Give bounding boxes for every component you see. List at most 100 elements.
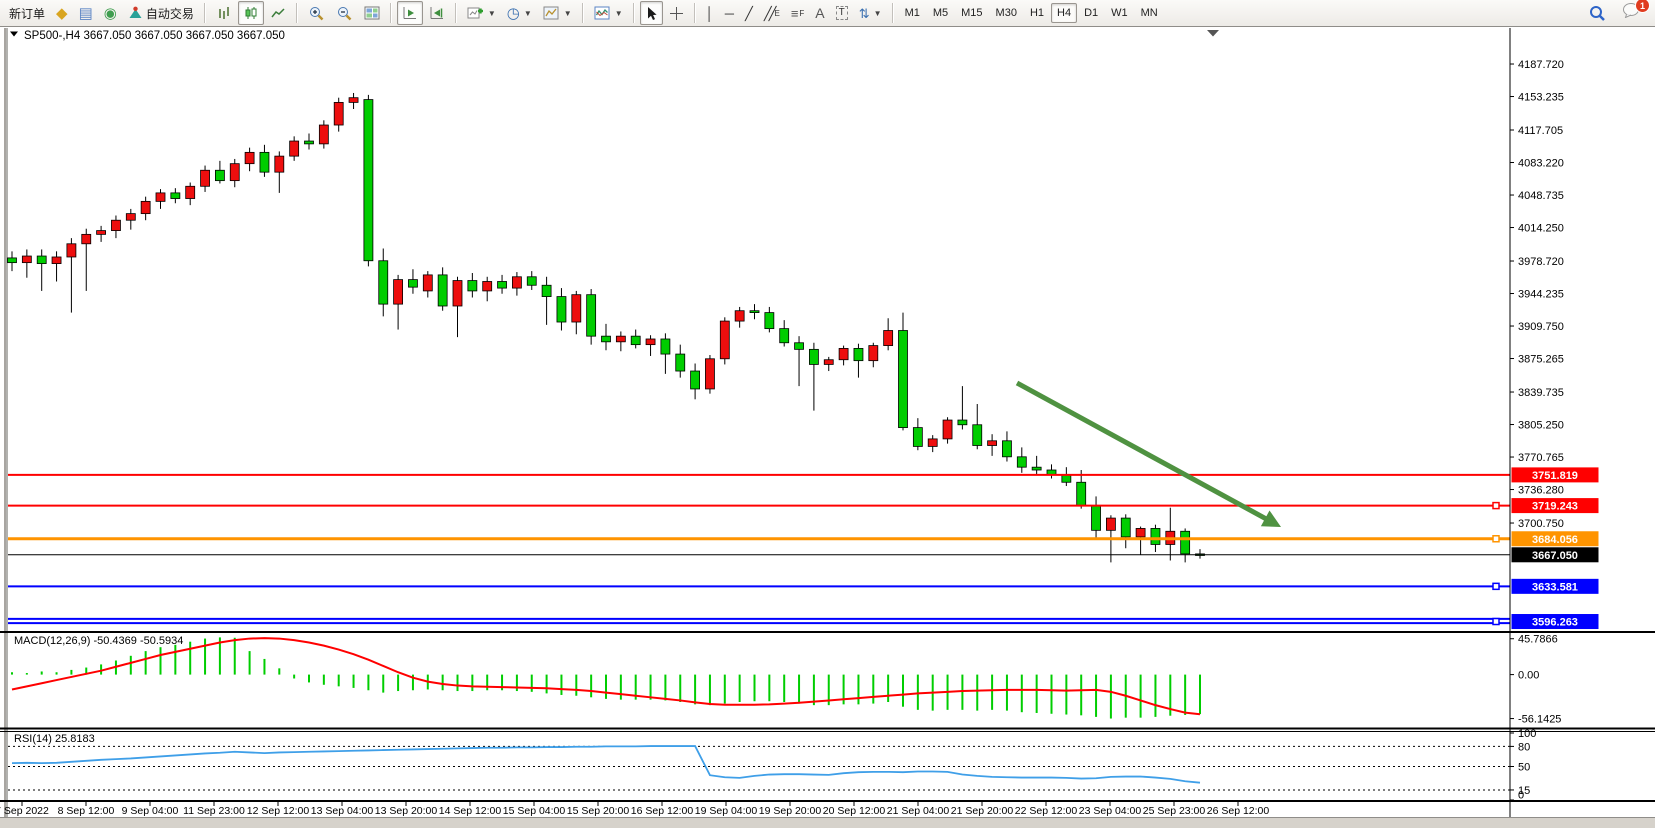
- text-label-button[interactable]: T: [831, 1, 853, 25]
- chart-window-button[interactable]: ▤: [74, 1, 98, 25]
- tab-timeframe-h4[interactable]: H4: [1051, 3, 1077, 23]
- chart-canvas[interactable]: 4187.7204153.2354117.7054083.2204048.735…: [0, 0, 1655, 828]
- text-icon: A: [815, 6, 824, 20]
- templates-dropdown[interactable]: ▼: [538, 1, 577, 25]
- new-chart-dropdown[interactable]: ▼: [462, 1, 501, 25]
- price-tick-label: 3736.280: [1518, 485, 1564, 497]
- vertical-line-button[interactable]: │: [701, 1, 719, 25]
- separator: [204, 3, 206, 23]
- crosshair-icon: [669, 6, 684, 21]
- candle: [141, 201, 150, 213]
- rsi-tick-label: 80: [1518, 741, 1530, 753]
- tab-timeframe-mn[interactable]: MN: [1135, 3, 1164, 23]
- channel-e-label: E: [774, 9, 779, 18]
- fibonacci-button[interactable]: ≡F: [786, 1, 809, 25]
- time-tick-label: 20 Sep 12:00: [823, 805, 886, 817]
- fibonacci-icon: ≡: [791, 7, 799, 20]
- autotrading-button[interactable]: 自动交易: [123, 1, 199, 25]
- time-tick-label: 23 Sep 04:00: [1079, 805, 1142, 817]
- candle: [1151, 528, 1160, 544]
- candle: [676, 354, 685, 371]
- indicators-dropdown[interactable]: ▼: [589, 1, 628, 25]
- candle: [572, 295, 581, 322]
- rsi-tick-label: 50: [1518, 762, 1530, 774]
- vertical-line-icon: │: [706, 7, 714, 20]
- arrows-dropdown[interactable]: ⇅ ▼: [854, 1, 887, 25]
- candle: [1121, 518, 1130, 537]
- price-tick-label: 3875.265: [1518, 354, 1564, 366]
- candle: [765, 313, 774, 329]
- equidistant-channel-button[interactable]: ╱╱E: [759, 1, 785, 25]
- hline-handle[interactable]: [1493, 503, 1499, 509]
- candlestick-chart-button[interactable]: [238, 1, 264, 25]
- cursor-icon: [645, 6, 658, 21]
- cursor-button[interactable]: [640, 1, 663, 25]
- notifications-button[interactable]: 1: [1617, 1, 1645, 25]
- tab-timeframe-d1[interactable]: D1: [1078, 3, 1104, 23]
- tab-timeframe-m30[interactable]: M30: [990, 3, 1023, 23]
- candle: [661, 339, 670, 354]
- candle: [854, 348, 863, 360]
- text-button[interactable]: A: [810, 1, 829, 25]
- candle: [379, 261, 388, 304]
- hline-handle[interactable]: [1493, 583, 1499, 589]
- equidistant-channel-icon: ╱╱: [764, 7, 774, 20]
- candle: [111, 220, 120, 230]
- tab-timeframe-h1[interactable]: H1: [1024, 3, 1050, 23]
- chevron-down-icon: ▼: [615, 9, 623, 18]
- rsi-tick-label: 100: [1518, 728, 1536, 740]
- candle: [215, 170, 224, 180]
- tab-timeframe-m1[interactable]: M1: [899, 3, 926, 23]
- candle: [156, 193, 165, 201]
- periods-dropdown[interactable]: ◷ ▼: [502, 1, 537, 25]
- separator: [582, 3, 584, 23]
- price-tick-label: 4187.720: [1518, 59, 1564, 71]
- time-tick-label: 15 Sep 04:00: [503, 805, 566, 817]
- candle: [899, 331, 908, 428]
- time-tick-label: 12 Sep 12:00: [247, 805, 310, 817]
- hline-handle[interactable]: [1493, 619, 1499, 625]
- candle: [720, 321, 729, 359]
- zoom-out-button[interactable]: [331, 1, 358, 25]
- broadcast-button[interactable]: ◉: [99, 1, 122, 25]
- bar-chart-button[interactable]: [211, 1, 237, 25]
- macd-tick-label: -56.1425: [1518, 714, 1561, 726]
- bar-chart-icon: [216, 6, 232, 20]
- tile-windows-button[interactable]: [359, 1, 385, 25]
- price-tick-label: 3805.250: [1518, 420, 1564, 432]
- candle: [646, 339, 655, 345]
- chart-shift-button[interactable]: [424, 1, 450, 25]
- toolbar: 新订单 ◆ ▤ ◉ 自动交易: [0, 0, 1655, 27]
- new-order-button[interactable]: 新订单: [4, 1, 50, 25]
- search-button[interactable]: [1584, 1, 1611, 25]
- chevron-down-icon: ▼: [874, 9, 882, 18]
- chevron-down-icon: ▼: [524, 9, 532, 18]
- autoscroll-button[interactable]: [397, 1, 423, 25]
- price-tick-label: 4048.735: [1518, 190, 1564, 202]
- trendline-button[interactable]: ╱: [740, 1, 758, 25]
- candle: [1077, 482, 1086, 506]
- hline-handle[interactable]: [1493, 536, 1499, 542]
- autotrading-hat-icon: [128, 6, 143, 20]
- tab-timeframe-w1[interactable]: W1: [1105, 3, 1134, 23]
- price-tag-label: 3684.056: [1532, 534, 1578, 546]
- arrows-icon: ⇅: [859, 7, 870, 20]
- candle: [602, 336, 611, 342]
- crosshair-button[interactable]: [664, 1, 689, 25]
- candle: [22, 256, 31, 263]
- zoom-in-button[interactable]: [303, 1, 330, 25]
- line-chart-button[interactable]: [265, 1, 291, 25]
- trendline-icon: ╱: [745, 7, 753, 20]
- horizontal-line-icon: ─: [725, 7, 734, 20]
- indicators-icon: [594, 6, 611, 20]
- candle: [869, 346, 878, 361]
- time-tick-label: 21 Sep 20:00: [951, 805, 1014, 817]
- tab-timeframe-m15[interactable]: M15: [955, 3, 988, 23]
- tab-timeframe-m5[interactable]: M5: [927, 3, 954, 23]
- horizontal-line-button[interactable]: ─: [720, 1, 739, 25]
- text-label-icon: T: [836, 6, 848, 20]
- candle: [616, 336, 625, 342]
- window-left-border: [4, 28, 6, 818]
- chevron-down-icon: ▼: [488, 9, 496, 18]
- order-ticket-button[interactable]: ◆: [51, 1, 73, 25]
